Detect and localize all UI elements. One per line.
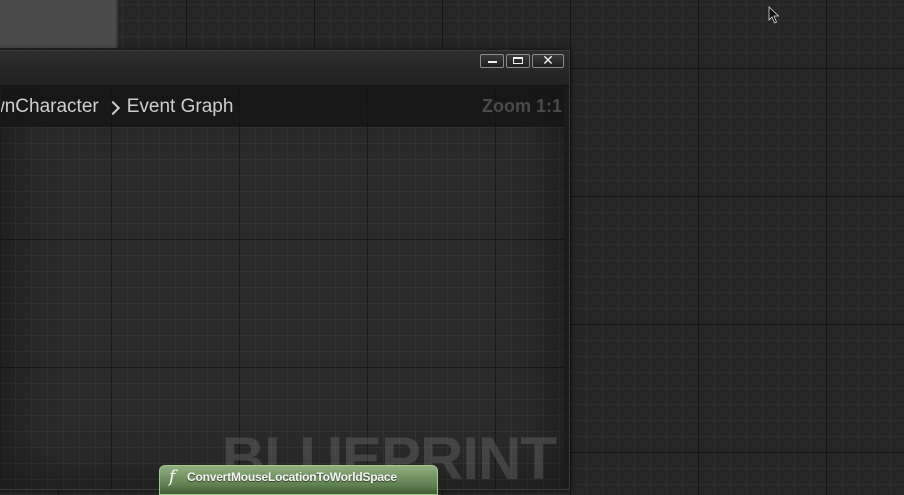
function-icon: f: [169, 467, 176, 487]
mouse-cursor-icon: [768, 6, 780, 24]
minimize-button[interactable]: [480, 54, 504, 68]
breadcrumb-item-blueprint[interactable]: wnCharacter: [1, 96, 99, 118]
maximize-button[interactable]: [506, 54, 530, 68]
background-panel: [0, 0, 118, 48]
zoom-label: Zoom 1:1: [481, 96, 562, 116]
minimize-icon: [488, 61, 497, 63]
breadcrumb: wnCharacter Event Graph: [1, 96, 233, 118]
close-button[interactable]: ✕: [532, 53, 564, 69]
close-icon: ✕: [542, 53, 554, 69]
window-controls: ✕: [480, 53, 564, 69]
window-title-bar[interactable]: ✕: [0, 51, 569, 86]
chevron-right-icon: [105, 100, 120, 116]
node-title: ConvertMouseLocationToWorldSpace: [187, 470, 397, 484]
breadcrumb-item-event-graph[interactable]: Event Graph: [127, 96, 234, 118]
event-graph-window: ✕ wnCharacter Event Graph Zoom 1:1 BLUEP…: [0, 50, 570, 490]
function-node[interactable]: f ConvertMouseLocationToWorldSpace: [159, 465, 438, 495]
breadcrumb-bar: wnCharacter Event Graph Zoom 1:1: [1, 87, 564, 127]
maximize-icon: [513, 57, 523, 64]
graph-canvas[interactable]: wnCharacter Event Graph Zoom 1:1 BLUEPRI…: [1, 87, 564, 489]
